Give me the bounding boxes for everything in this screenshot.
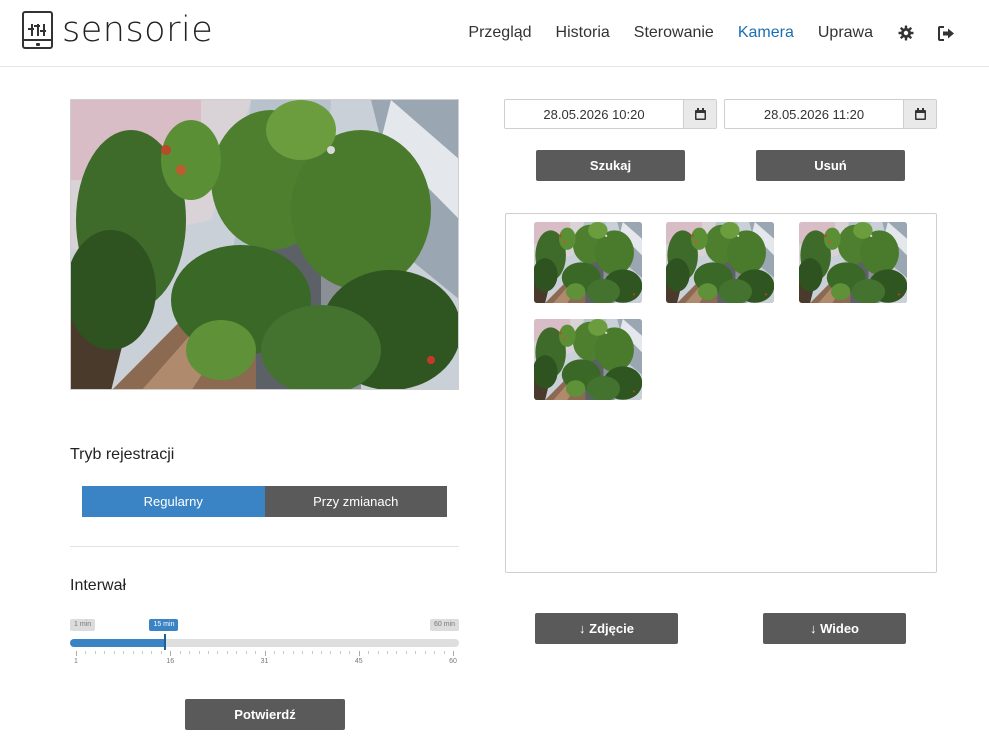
app-name: sensorie [62, 10, 214, 50]
nav-item-sterowanie[interactable]: Sterowanie [634, 22, 714, 44]
slider-tick [283, 651, 285, 654]
slider-max-label: 60 min [429, 619, 459, 631]
recording-mode-toggle: Regularny Przy zmianach [82, 486, 447, 517]
slider-tick [321, 651, 323, 654]
tick-label: 60 [449, 658, 457, 665]
slider-tick [358, 651, 360, 656]
slider-tick [217, 651, 219, 654]
sensor-device-icon [22, 11, 53, 49]
recording-mode-title: Tryb rejestracji [70, 446, 175, 463]
slider-min-label: 1 min [70, 619, 96, 631]
slider-tick [443, 651, 445, 654]
slider-tick [405, 651, 407, 654]
slider-tick [76, 651, 77, 656]
nav-item-przeglad[interactable]: Przegląd [468, 22, 531, 44]
slider-tick [113, 651, 115, 654]
slider-tick [245, 651, 247, 654]
search-button[interactable]: Szukaj [536, 150, 685, 181]
slider-tick [85, 651, 87, 654]
slider-tick [141, 651, 143, 654]
slider-tick [396, 651, 398, 654]
slider-tick [311, 651, 313, 654]
snapshot-thumbnail[interactable] [534, 319, 642, 400]
download-photo-button[interactable]: ↓ Zdjęcie [535, 613, 678, 644]
slider-tick [349, 651, 351, 654]
slider-tick [302, 651, 304, 654]
slider-handle[interactable] [164, 634, 167, 650]
slider-tick [330, 651, 332, 654]
slider-tick [434, 651, 436, 654]
calendar-icon[interactable] [903, 100, 936, 128]
slider-tick [170, 651, 172, 656]
date-to-picker: 28.05.2026 11:20 [724, 99, 937, 129]
nav-item-kamera[interactable]: Kamera [738, 22, 794, 44]
slider-tick [387, 651, 389, 654]
slider-fill [70, 639, 166, 647]
snapshot-thumbnail[interactable] [534, 222, 642, 303]
date-from-input[interactable]: 28.05.2026 10:20 [505, 100, 683, 128]
snapshot-thumbnail[interactable] [799, 222, 907, 303]
date-to-input[interactable]: 28.05.2026 11:20 [725, 100, 903, 128]
snapshot-thumbnail[interactable] [666, 222, 774, 303]
slider-tick [94, 651, 96, 654]
slider-tick [132, 651, 134, 654]
slider-tick [160, 651, 162, 654]
camera-live-view [70, 99, 459, 390]
date-from-picker: 28.05.2026 10:20 [504, 99, 717, 129]
main-nav: Przegląd Historia Sterowanie Kamera Upra… [444, 22, 955, 44]
confirm-button[interactable]: Potwierdź [185, 699, 345, 730]
snapshot-gallery [505, 213, 937, 573]
slider-tick [207, 651, 209, 654]
slider-tick [189, 651, 191, 654]
slider-tick [339, 651, 341, 654]
slider-tick [151, 651, 153, 654]
slider-current-label: 15 min [149, 619, 179, 631]
slider-tick [273, 651, 275, 654]
slider-tick [368, 651, 370, 654]
tick-label: 16 [166, 658, 175, 665]
sign-out-icon[interactable] [938, 25, 955, 42]
app-logo[interactable]: sensorie [22, 11, 213, 49]
slider-tick [123, 651, 125, 654]
mode-regular-button[interactable]: Regularny [82, 486, 265, 517]
download-video-button[interactable]: ↓ Wideo [763, 613, 906, 644]
top-navbar: sensorie Przegląd Historia Sterowanie Ka… [0, 0, 989, 67]
slider-tick [264, 651, 266, 656]
delete-button[interactable]: Usuń [756, 150, 905, 181]
slider-tick [292, 651, 294, 654]
gear-icon[interactable] [897, 25, 914, 42]
tick-label: 1 [74, 658, 78, 665]
interval-slider[interactable]: 1 min 60 min 15 min 1 16 31 45 60 [70, 617, 459, 672]
slider-tick [377, 651, 379, 654]
section-divider [70, 546, 459, 547]
slider-tick [453, 651, 454, 656]
slider-tick [226, 651, 228, 654]
tick-label: 45 [354, 658, 363, 665]
slider-tick [198, 651, 200, 654]
tick-label: 31 [260, 658, 269, 665]
slider-tick [415, 651, 417, 654]
slider-tick [236, 651, 238, 654]
slider-tick [179, 651, 181, 654]
slider-tick [424, 651, 426, 654]
slider-tick [255, 651, 257, 654]
nav-item-historia[interactable]: Historia [556, 22, 610, 44]
calendar-icon[interactable] [683, 100, 716, 128]
nav-item-uprawa[interactable]: Uprawa [818, 22, 873, 44]
slider-tick [104, 651, 106, 654]
mode-on-change-button[interactable]: Przy zmianach [264, 486, 447, 517]
interval-title: Interwał [70, 577, 127, 594]
